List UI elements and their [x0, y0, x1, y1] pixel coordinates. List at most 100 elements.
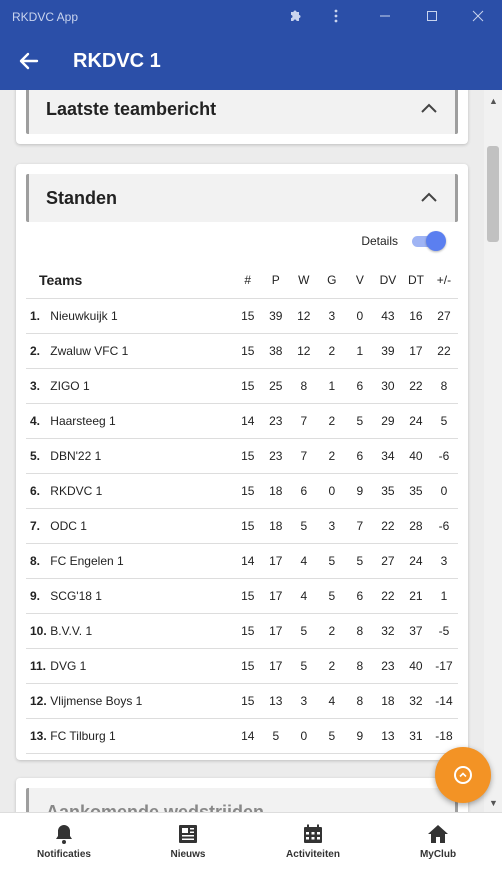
row-position: 1. [26, 298, 49, 334]
row-position: 13. [26, 718, 49, 754]
row-lost: 9 [345, 718, 374, 754]
section-title: Aankomende wedstrijden [46, 802, 265, 812]
row-lost: 7 [345, 508, 374, 544]
row-goal-diff: 0 [429, 473, 458, 509]
header-won: W [289, 262, 318, 299]
row-goals-against: 24 [401, 403, 430, 439]
row-draw: 2 [317, 648, 346, 684]
row-goals-against: 40 [401, 438, 430, 474]
row-won: 5 [289, 648, 318, 684]
nav-myclub[interactable]: MyClub [378, 813, 498, 869]
nav-label: MyClub [419, 849, 457, 860]
row-team-name: Haarsteeg 1 [48, 403, 234, 439]
row-lost: 6 [345, 438, 374, 474]
row-played: 15 [233, 683, 262, 719]
row-goal-diff: -14 [429, 683, 458, 719]
scrollbar[interactable]: ▲ ▼ [484, 90, 502, 812]
row-goals-for: 23 [373, 648, 402, 684]
row-played: 14 [233, 718, 262, 754]
row-position: 2. [26, 333, 49, 369]
row-position: 3. [26, 368, 49, 404]
row-goals-for: 30 [373, 368, 402, 404]
minimize-icon[interactable] [377, 8, 393, 24]
details-toggle[interactable] [410, 231, 446, 251]
scroll-thumb[interactable] [487, 146, 499, 242]
header-goals-for: DV [373, 262, 402, 299]
row-draw: 5 [317, 578, 346, 614]
row-position: 7. [26, 508, 49, 544]
table-row: 11. DVG 1 15 17 5 2 8 23 40 -17 [26, 648, 458, 684]
row-goals-against: 16 [401, 298, 430, 334]
card-aankomende-wedstrijden: Aankomende wedstrijden [16, 778, 468, 812]
section-header-standen[interactable]: Standen [26, 174, 458, 222]
header-lost: V [345, 262, 374, 299]
row-points: 17 [261, 543, 290, 579]
row-points: 23 [261, 438, 290, 474]
scroll-up-arrow-icon[interactable]: ▲ [489, 96, 498, 106]
row-played: 15 [233, 368, 262, 404]
row-points: 39 [261, 298, 290, 334]
row-won: 12 [289, 298, 318, 334]
maximize-icon[interactable] [424, 8, 440, 24]
row-goals-against: 22 [401, 368, 430, 404]
row-draw: 1 [317, 368, 346, 404]
extension-icon[interactable] [287, 8, 303, 24]
row-won: 7 [289, 438, 318, 474]
nav-label: Activiteiten [286, 849, 340, 860]
row-draw: 4 [317, 683, 346, 719]
row-points: 5 [261, 718, 290, 754]
row-lost: 5 [345, 543, 374, 579]
row-won: 12 [289, 333, 318, 369]
row-lost: 5 [345, 403, 374, 439]
row-goal-diff: 3 [429, 543, 458, 579]
chevron-up-circle-icon [454, 766, 472, 784]
home-icon [427, 823, 449, 845]
more-vertical-icon[interactable] [328, 8, 344, 24]
row-draw: 3 [317, 508, 346, 544]
header-played: # [233, 262, 262, 299]
close-icon[interactable] [470, 8, 486, 24]
window-title: RKDVC App [12, 10, 79, 24]
chevron-up-icon[interactable] [419, 99, 439, 119]
row-goals-against: 37 [401, 613, 430, 649]
section-header-laatste-teambericht[interactable]: Laatste teambericht [26, 90, 458, 134]
row-draw: 2 [317, 438, 346, 474]
back-arrow-icon[interactable] [16, 48, 42, 74]
table-row: 6. RKDVC 1 15 18 6 0 9 35 35 0 [26, 473, 458, 509]
table-row: 7. ODC 1 15 18 5 3 7 22 28 -6 [26, 508, 458, 544]
bell-icon [53, 823, 75, 845]
page-title: RKDVC 1 [73, 50, 161, 72]
scroll-down-arrow-icon[interactable]: ▼ [489, 798, 498, 808]
row-goals-for: 22 [373, 508, 402, 544]
row-goal-diff: 27 [429, 298, 458, 334]
row-lost: 8 [345, 648, 374, 684]
nav-nieuws[interactable]: Nieuws [128, 813, 248, 869]
row-won: 5 [289, 508, 318, 544]
row-goals-against: 24 [401, 543, 430, 579]
row-lost: 8 [345, 683, 374, 719]
row-goal-diff: 1 [429, 578, 458, 614]
section-header-aankomende-wedstrijden[interactable]: Aankomende wedstrijden [26, 788, 458, 812]
row-team-name: B.V.V. 1 [48, 613, 234, 649]
row-played: 15 [233, 508, 262, 544]
chevron-up-icon[interactable] [419, 188, 439, 208]
window-titlebar: RKDVC App [0, 0, 502, 32]
row-goals-for: 27 [373, 543, 402, 579]
scroll-to-top-button[interactable] [435, 747, 491, 803]
table-row: 10. B.V.V. 1 15 17 5 2 8 32 37 -5 [26, 613, 458, 649]
card-laatste-teambericht: Laatste teambericht [16, 90, 468, 144]
main-content[interactable]: Laatste teambericht Standen Details Team… [0, 90, 484, 812]
row-won: 4 [289, 578, 318, 614]
row-played: 15 [233, 613, 262, 649]
header-points: P [261, 262, 290, 299]
nav-activiteiten[interactable]: Activiteiten [253, 813, 373, 869]
calendar-icon [302, 823, 324, 845]
row-draw: 0 [317, 473, 346, 509]
row-won: 0 [289, 718, 318, 754]
row-won: 3 [289, 683, 318, 719]
row-goals-for: 29 [373, 403, 402, 439]
row-goals-against: 32 [401, 683, 430, 719]
row-points: 17 [261, 578, 290, 614]
row-draw: 3 [317, 298, 346, 334]
nav-notificaties[interactable]: Notificaties [4, 813, 124, 869]
